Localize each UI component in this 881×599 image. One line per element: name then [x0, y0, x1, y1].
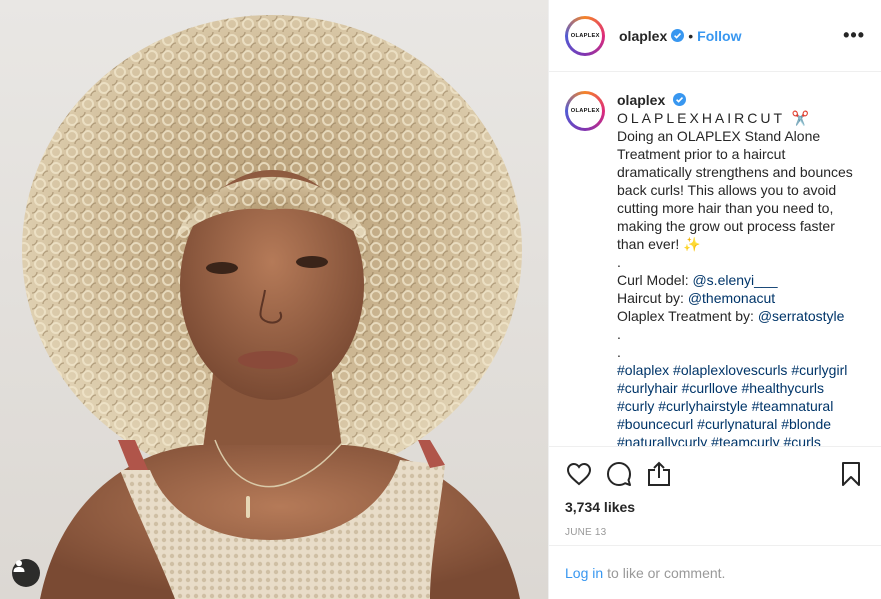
heart-icon: [566, 462, 592, 486]
header-separator: •: [688, 27, 694, 44]
comment-button[interactable]: [605, 460, 633, 488]
post-actions: 3,734 likes JUNE 13: [549, 446, 881, 538]
share-icon: [648, 461, 670, 486]
caption-verified-badge-icon: [673, 93, 687, 106]
mention-treatment[interactable]: @serratostyle: [758, 308, 845, 324]
mention-haircut[interactable]: @themonacut: [688, 290, 775, 306]
post-header: OLAPLEX olaplex • Follow •••: [549, 0, 881, 72]
caption-text: olaplex OLAPLEXHAIRCUT ✂️ Doing an OLAPL…: [617, 91, 855, 446]
credit-label-2: Haircut by:: [617, 290, 688, 306]
login-link[interactable]: Log in: [565, 565, 603, 581]
header-username[interactable]: olaplex: [619, 28, 667, 44]
like-button[interactable]: [565, 460, 593, 488]
mention-curl-model[interactable]: @s.elenyi___: [692, 272, 777, 288]
login-prompt: Log in to like or comment.: [549, 545, 881, 599]
post-photo[interactable]: [0, 0, 548, 599]
caption-dot-3: .: [617, 344, 621, 360]
login-prompt-text: to like or comment.: [607, 564, 726, 581]
caption-avatar[interactable]: OLAPLEX: [565, 91, 605, 131]
caption-dot-1: .: [617, 254, 621, 270]
post-date[interactable]: JUNE 13: [565, 527, 865, 538]
caption-area[interactable]: OLAPLEX olaplex OLAPLEXHAIRCUT ✂️ Doing …: [549, 73, 881, 446]
profile-avatar[interactable]: OLAPLEX: [565, 15, 605, 56]
share-button[interactable]: [645, 460, 673, 488]
likes-count[interactable]: 3,734 likes: [565, 499, 865, 515]
caption-title: OLAPLEXHAIRCUT ✂️: [617, 110, 813, 126]
caption-avatar-logo-text: OLAPLEX: [570, 108, 600, 114]
verified-badge-icon: [671, 29, 685, 42]
more-options-button[interactable]: •••: [843, 25, 865, 46]
avatar-logo-text: OLAPLEX: [570, 32, 600, 39]
user-tag-button[interactable]: [12, 559, 40, 587]
post-side-panel: OLAPLEX olaplex • Follow ••• OLAPLEX ola…: [548, 0, 881, 599]
follow-button[interactable]: Follow: [697, 28, 741, 44]
save-button[interactable]: [837, 460, 865, 488]
comment-icon: [607, 462, 631, 486]
instagram-post: OLAPLEX olaplex • Follow ••• OLAPLEX ola…: [0, 0, 881, 599]
hashtags[interactable]: #olaplex #olaplexlovescurls #curlygirl #…: [617, 362, 847, 446]
bookmark-icon: [842, 462, 860, 486]
credit-label-1: Curl Model:: [617, 272, 693, 288]
caption-username[interactable]: olaplex: [617, 92, 665, 108]
action-icon-row: [565, 447, 865, 501]
credit-label-3: Olaplex Treatment by:: [617, 308, 758, 324]
caption-body: Doing an OLAPLEX Stand Alone Treatment p…: [617, 128, 853, 252]
caption-comment: OLAPLEX olaplex OLAPLEXHAIRCUT ✂️ Doing …: [565, 91, 865, 446]
user-icon: [13, 560, 25, 572]
photo-illustration: [22, 15, 522, 599]
caption-dot-2: .: [617, 326, 621, 342]
